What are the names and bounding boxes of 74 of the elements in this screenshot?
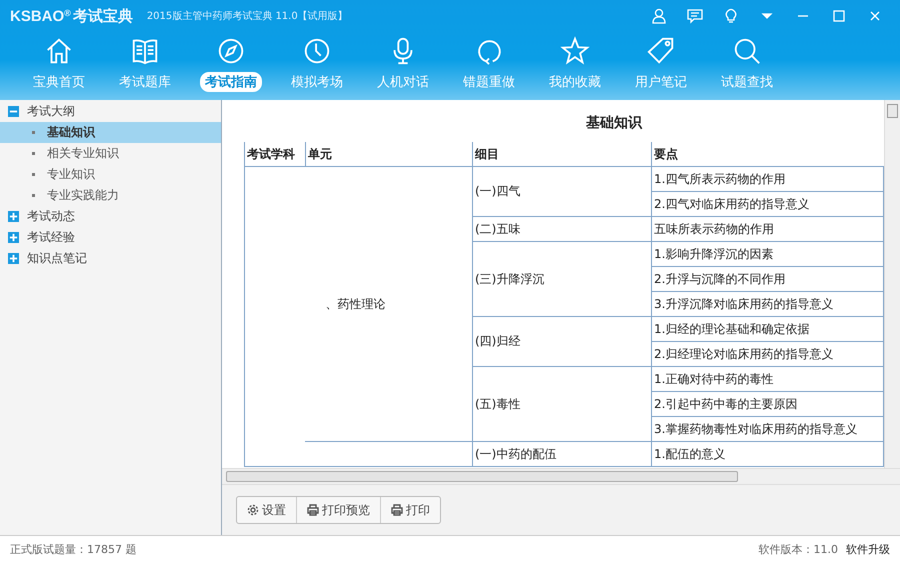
tree-label: 专业知识 [47,166,95,183]
column-header: 细目 [475,146,499,160]
star-icon [560,36,590,66]
column-header: 要点 [654,146,678,160]
logo-text: 考试宝典 [72,6,133,26]
tree-item[interactable]: 考试大纲 [0,101,221,122]
table-cell: (一)中药的配伍 [475,446,556,460]
tree-item[interactable]: 专业知识 [0,164,221,185]
table-cell: (一)四气 [475,184,520,198]
printer-icon [391,504,403,516]
software-version: 软件版本：11.0 [758,542,838,556]
table-cell: 3.升浮沉降对临床用药的指导意义 [654,296,834,310]
tree-label: 专业实践能力 [47,187,119,204]
bullet-icon [32,152,35,155]
user-icon [651,8,667,24]
home-icon [44,36,74,66]
vertical-scrollbar[interactable] [884,100,900,468]
table-cell: (二)五味 [475,222,520,236]
expand-icon[interactable] [8,253,19,264]
table-cell: 2.归经理论对临床用药的指导意义 [654,346,834,360]
document-title: 基础知识 [585,114,644,133]
table-cell: (四)归经 [475,334,520,348]
compass-icon [216,36,246,66]
tree-item[interactable]: 考试动态 [0,206,221,227]
question-count: 正式版试题量：17857 题 [10,542,136,556]
table-cell: 2.四气对临床用药的指导意义 [654,196,810,210]
table-cell: 、药性理论 [325,296,386,310]
expand-icon[interactable] [8,232,19,243]
table-cell: 1.配伍的意义 [654,446,726,460]
toolbar-button[interactable]: 设置 [237,497,297,524]
tree-label: 基础知识 [47,124,95,141]
bullet-icon [32,194,35,197]
nav-tab[interactable]: 考试指南 [192,32,270,100]
tree-label: 考试动态 [27,208,75,225]
window-title: 2015版主管中药师考试宝典 11.0【试用版】 [146,10,348,23]
column-header: 考试学科 [247,146,295,160]
tree-item[interactable]: 专业实践能力 [0,185,221,206]
table-cell: 3.掌握药物毒性对临床用药的指导意义 [654,422,858,436]
speech-bubble-icon [687,8,703,24]
table-cell: 2.引起中药中毒的主要原因 [654,396,798,410]
tree-label: 考试经验 [27,229,75,246]
bullet-icon [32,173,35,176]
upgrade-link[interactable]: 软件升级 [846,542,890,556]
toolbar-button[interactable]: 打印 [381,497,440,524]
tree-item[interactable]: 知识点笔记 [0,248,221,269]
printer-icon [307,504,319,516]
tree-item[interactable]: 考试经验 [0,227,221,248]
horizontal-scrollbar[interactable] [222,468,900,484]
bullet-icon [32,131,35,134]
tag-icon [646,36,676,66]
maximize-icon [831,8,847,24]
table-cell: 1.归经的理论基础和确定依据 [654,322,810,336]
table-cell: 2.升浮与沉降的不同作用 [654,272,786,286]
clock-icon [302,36,332,66]
table-cell: (三)升降浮沉 [475,272,544,286]
minimize-icon [795,15,811,17]
collapse-icon[interactable] [8,106,19,117]
toolbar-button[interactable]: 打印预览 [297,497,381,524]
tree-item[interactable]: 相关专业知识 [0,143,221,164]
table-cell: (五)毒性 [475,396,520,410]
column-header: 单元 [308,146,332,160]
expand-icon[interactable] [8,211,19,222]
gear-icon [247,504,259,516]
logo: KSBAO® [10,8,71,24]
table-cell: 1.影响升降浮沉的因素 [654,246,774,260]
table-cell: 1.四气所表示药物的作用 [654,172,786,186]
search-icon [732,36,762,66]
tree-label: 相关专业知识 [47,145,119,162]
tree-item[interactable]: 基础知识 [0,122,221,143]
tree-label: 知识点笔记 [27,250,87,267]
lightbulb-icon [723,8,739,24]
tree-label: 考试大纲 [27,103,75,120]
table-cell: 1.正确对待中药的毒性 [654,372,774,386]
table-cell: 五味所表示药物的作用 [654,222,774,236]
